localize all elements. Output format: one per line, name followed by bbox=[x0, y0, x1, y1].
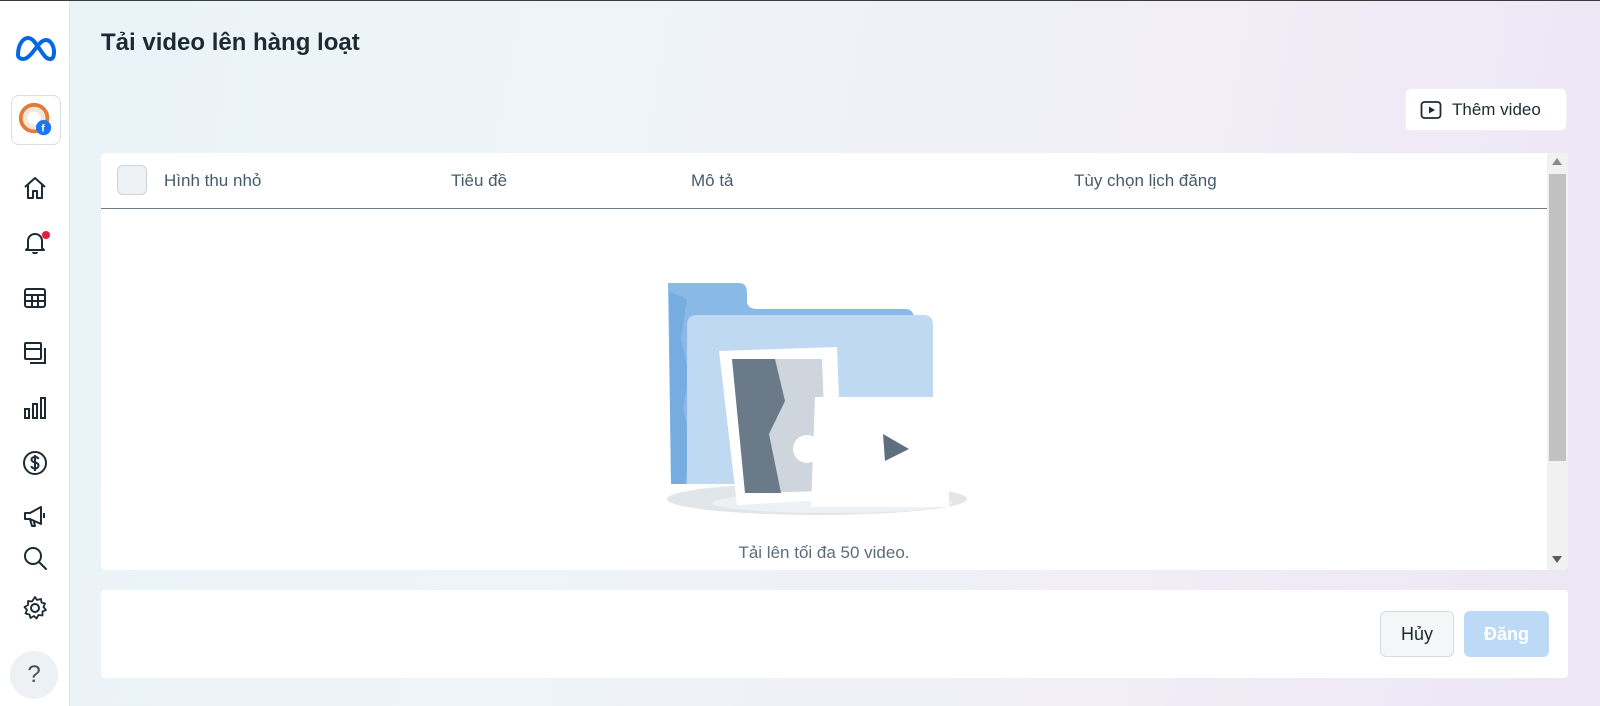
account-avatar[interactable]: f bbox=[11, 95, 61, 145]
sidebar: f ? bbox=[0, 1, 70, 706]
video-play-icon bbox=[1420, 100, 1442, 119]
add-video-button[interactable]: Thêm video bbox=[1405, 88, 1567, 131]
notification-dot bbox=[42, 231, 50, 239]
gear-icon[interactable] bbox=[20, 593, 50, 623]
add-video-label: Thêm video bbox=[1452, 99, 1541, 119]
home-icon[interactable] bbox=[20, 173, 50, 203]
cancel-button[interactable]: Hủy bbox=[1380, 611, 1454, 657]
post-button[interactable]: Đăng bbox=[1464, 611, 1549, 657]
column-header-schedule-options: Tùy chọn lịch đăng bbox=[1074, 171, 1217, 190]
pages-icon[interactable] bbox=[20, 338, 50, 368]
svg-text:f: f bbox=[41, 123, 45, 134]
dollar-icon[interactable] bbox=[20, 448, 50, 478]
column-header-description: Mô tả bbox=[691, 171, 734, 190]
empty-folder-video-illustration bbox=[667, 283, 967, 515]
vertical-scrollbar[interactable] bbox=[1547, 153, 1568, 570]
help-button[interactable]: ? bbox=[10, 651, 58, 699]
table-header: Hình thu nhỏ Tiêu đề Mô tả Tùy chọn lịch… bbox=[101, 153, 1547, 209]
meta-logo-icon[interactable] bbox=[12, 31, 58, 65]
page-title: Tải video lên hàng loạt bbox=[101, 29, 360, 56]
insights-icon[interactable] bbox=[20, 393, 50, 423]
scroll-down-arrow-icon[interactable] bbox=[1552, 556, 1562, 563]
search-icon[interactable] bbox=[20, 543, 50, 573]
window-top-border bbox=[0, 0, 1600, 1]
empty-state-message: Tải lên tối đa 50 video. bbox=[738, 543, 910, 562]
help-icon: ? bbox=[27, 661, 41, 688]
action-footer: Hủy Đăng bbox=[101, 590, 1568, 678]
column-header-title: Tiêu đề bbox=[451, 171, 508, 190]
table-icon[interactable] bbox=[20, 283, 50, 313]
video-table-panel: Hình thu nhỏ Tiêu đề Mô tả Tùy chọn lịch… bbox=[101, 153, 1568, 570]
megaphone-icon[interactable] bbox=[20, 501, 50, 531]
scroll-up-arrow-icon[interactable] bbox=[1552, 158, 1562, 165]
account-logo-icon: f bbox=[18, 102, 52, 136]
scrollbar-thumb[interactable] bbox=[1549, 174, 1566, 461]
column-header-thumbnail: Hình thu nhỏ bbox=[164, 171, 262, 190]
select-all-checkbox[interactable] bbox=[117, 165, 147, 195]
